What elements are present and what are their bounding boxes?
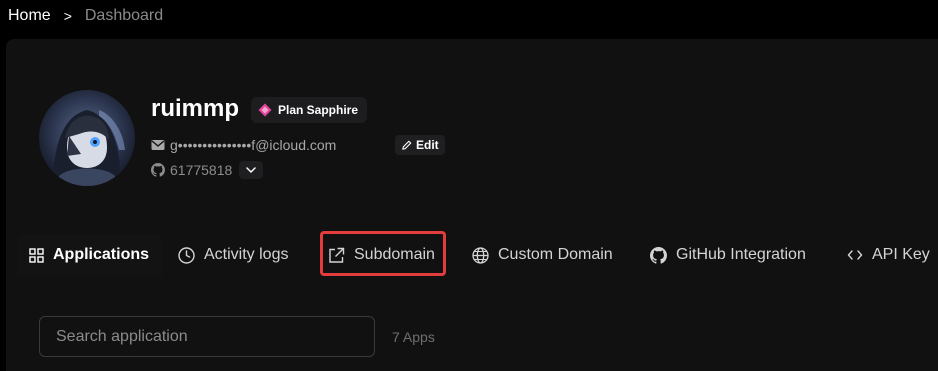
avatar	[39, 90, 135, 186]
edit-email-button[interactable]: Edit	[395, 135, 445, 155]
github-icon	[650, 246, 667, 264]
tab-api-key[interactable]: API Key	[847, 234, 930, 276]
globe-icon	[472, 246, 489, 264]
email-text: g•••••••••••••••f@icloud.com	[170, 137, 337, 153]
tab-custom-domain[interactable]: Custom Domain	[472, 234, 613, 276]
external-link-icon	[329, 247, 345, 263]
dashboard-page: Home > Dashboard ruimmp Plan Sapphire g•…	[0, 0, 938, 371]
breadcrumb-separator: >	[63, 8, 72, 24]
tab-label: Custom Domain	[498, 246, 613, 263]
plan-badge: Plan Sapphire	[251, 97, 368, 123]
chevron-down-icon	[246, 167, 256, 173]
edit-label: Edit	[416, 138, 439, 152]
pencil-icon	[402, 140, 412, 150]
tab-label: GitHub Integration	[676, 246, 806, 263]
username: ruimmp	[151, 95, 240, 122]
tab-applications[interactable]: Applications	[17, 234, 162, 276]
email-row: g•••••••••••••••f@icloud.com	[151, 136, 336, 154]
tab-activity-logs[interactable]: Activity logs	[178, 234, 288, 276]
github-id: 61775818	[170, 162, 233, 178]
plan-label: Plan Sapphire	[278, 103, 359, 117]
breadcrumb: Home > Dashboard	[8, 5, 163, 27]
github-icon	[151, 163, 165, 177]
grid-icon	[29, 247, 44, 263]
clock-icon	[178, 246, 195, 264]
tab-bar: Applications Activity logs Subdomain Cus…	[6, 234, 938, 276]
tab-label: Subdomain	[354, 246, 435, 263]
tab-label: Activity logs	[204, 246, 289, 263]
apps-count: 7 Apps	[392, 329, 435, 345]
tab-label: API Key	[872, 246, 930, 263]
github-expand-button[interactable]	[239, 161, 263, 179]
diamond-icon	[258, 103, 272, 117]
breadcrumb-current: Dashboard	[84, 7, 164, 24]
search-application-input[interactable]	[39, 316, 375, 357]
tab-github-integration[interactable]: GitHub Integration	[650, 234, 806, 276]
tab-subdomain[interactable]: Subdomain	[328, 234, 435, 276]
github-row: 61775818	[151, 161, 232, 179]
mail-icon	[151, 140, 165, 150]
breadcrumb-home[interactable]: Home	[8, 7, 51, 25]
tab-label: Applications	[53, 246, 150, 263]
code-icon	[847, 250, 863, 260]
